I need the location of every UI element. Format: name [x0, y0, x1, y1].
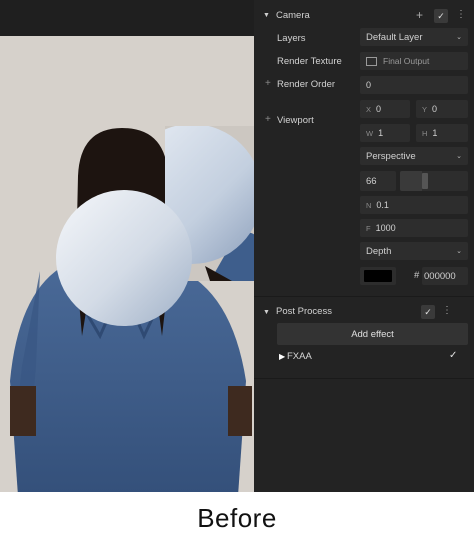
camera-enabled-checkbox[interactable]: ✓	[434, 9, 448, 23]
render-order-value: 0	[366, 80, 372, 90]
clear-mode-dropdown[interactable]: Depth ⌄	[360, 242, 468, 260]
inspector-panel: ▼ Camera + ✓ ⋮ Layers Default Layer ⌄ Re…	[254, 0, 474, 492]
viewport-label: Viewport	[277, 115, 314, 126]
scene-viewport[interactable]	[0, 36, 256, 492]
viewport-h-label: H	[422, 128, 428, 138]
caption: Before	[197, 502, 277, 533]
render-order-label: Render Order	[277, 79, 336, 90]
clear-color-hex-input[interactable]: 000000	[422, 267, 468, 285]
fov-value: 66	[366, 175, 377, 187]
fov-input[interactable]: 66	[360, 171, 396, 191]
projection-value: Perspective	[366, 150, 416, 162]
scene-render	[10, 126, 256, 492]
fov-slider-handle[interactable]	[422, 173, 428, 189]
viewport-toolbar	[0, 0, 256, 36]
near-value: 0.1	[376, 200, 389, 210]
layers-label: Layers	[277, 33, 306, 44]
clear-color-swatch-frame[interactable]	[360, 267, 396, 285]
post-process-title: Post Process	[276, 306, 332, 317]
render-order-expand-icon[interactable]: +	[265, 78, 271, 89]
viewport-x-label: X	[366, 104, 372, 114]
section-divider	[254, 378, 474, 379]
layers-dropdown[interactable]: Default Layer ⌄	[360, 28, 468, 46]
far-clip-input[interactable]: F 1000	[360, 219, 468, 237]
camera-more-icon[interactable]: ⋮	[456, 9, 466, 20]
projection-dropdown[interactable]: Perspective ⌄	[360, 147, 468, 165]
chevron-down-icon: ⌄	[456, 248, 462, 255]
clear-color-swatch	[364, 270, 392, 282]
screenshot: ▼ Camera + ✓ ⋮ Layers Default Layer ⌄ Re…	[0, 0, 474, 492]
viewport-h-input[interactable]: H 1	[416, 124, 468, 142]
effect-name: FXAA	[287, 351, 312, 362]
effect-row[interactable]: ▶ FXAA ✓	[277, 348, 468, 366]
viewport-w-label: W	[366, 128, 374, 138]
post-process-collapse-icon[interactable]: ▼	[263, 309, 270, 316]
render-order-input[interactable]: 0	[360, 76, 468, 94]
near-label: N	[366, 200, 372, 210]
viewport-x-value: 0	[376, 104, 382, 114]
fov-slider-fill	[400, 171, 422, 191]
far-value: 1000	[375, 223, 396, 233]
layers-value: Default Layer	[366, 31, 423, 43]
add-effect-label: Add effect	[351, 328, 394, 340]
viewport-w-input[interactable]: W 1	[360, 124, 410, 142]
hex-symbol: #	[414, 270, 420, 281]
camera-collapse-icon[interactable]: ▼	[263, 12, 270, 19]
near-clip-input[interactable]: N 0.1	[360, 196, 468, 214]
viewport-y-input[interactable]: Y 0	[416, 100, 468, 118]
clear-color-hex-value: 000000	[424, 270, 456, 282]
render-texture-label: Render Texture	[277, 56, 342, 67]
chevron-down-icon: ⌄	[456, 153, 462, 160]
render-texture-value: Final Output	[383, 56, 430, 66]
image-icon	[366, 56, 377, 66]
effect-expand-icon[interactable]: ▶	[279, 352, 285, 361]
add-effect-button[interactable]: Add effect	[277, 323, 468, 345]
chevron-down-icon: ⌄	[456, 34, 462, 41]
effect-enabled-checkbox[interactable]: ✓	[449, 350, 457, 361]
post-process-more-icon[interactable]: ⋮	[442, 305, 452, 316]
viewport-w-value: 1	[378, 128, 384, 138]
camera-title: Camera	[276, 10, 310, 21]
fov-slider[interactable]	[400, 171, 468, 191]
viewport-x-input[interactable]: X 0	[360, 100, 410, 118]
viewport-y-value: 0	[432, 104, 438, 114]
render-texture-field[interactable]: Final Output	[360, 52, 468, 70]
post-process-enabled-checkbox[interactable]: ✓	[421, 305, 435, 319]
add-component-icon[interactable]: +	[416, 8, 423, 22]
sphere-object	[56, 190, 192, 326]
viewport-y-label: Y	[422, 104, 428, 114]
section-divider	[254, 296, 474, 297]
viewport-expand-icon[interactable]: +	[265, 114, 271, 125]
clear-mode-value: Depth	[366, 245, 392, 257]
viewport-h-value: 1	[432, 128, 438, 138]
far-label: F	[366, 223, 371, 233]
